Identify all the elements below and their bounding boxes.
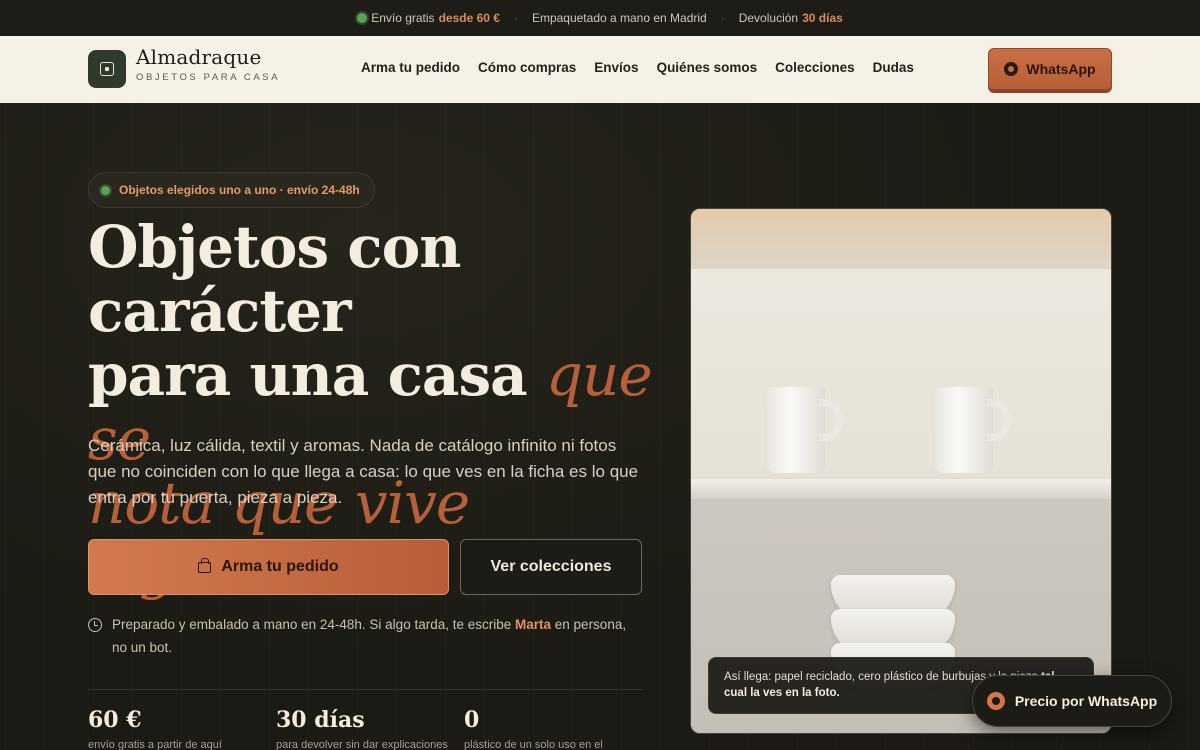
whatsapp-price-button[interactable]: Precio por WhatsApp [972, 675, 1172, 727]
returns-period: 30 días [802, 11, 843, 25]
free-shipping-threshold: desde 60 € [438, 11, 500, 25]
stat-value: 60 € [88, 707, 142, 733]
status-dot-icon [357, 13, 368, 23]
mug-image [935, 387, 1011, 475]
nav-item-quienes-somos[interactable]: Quiénes somos [657, 60, 758, 75]
handpacked-notice: Empaquetado a mano en Madrid [532, 11, 707, 25]
nav-item-colecciones[interactable]: Colecciones [775, 60, 855, 75]
main-nav: Arma tu pedido Cómo compras Envíos Quién… [361, 60, 914, 75]
view-collections-button[interactable]: Ver colecciones [460, 539, 642, 595]
returns-notice: Devolución 30 días [739, 11, 843, 25]
nav-item-envios[interactable]: Envíos [594, 60, 638, 75]
stat-value: 30 días [276, 707, 365, 733]
nav-item-arma-tu-pedido[interactable]: Arma tu pedido [361, 60, 460, 75]
fulfillment-note: Preparado y embalado a mano en 24-48h. S… [88, 613, 638, 659]
stat-free-shipping: 60 € envío gratis a partir de aquí [88, 707, 276, 750]
divider [88, 689, 642, 690]
contact-name: Marta [515, 617, 552, 632]
free-shipping-notice: Envío gratis desde 60 € [357, 11, 500, 25]
hero-section: Objetos elegidos uno a uno · envío 24-48… [0, 103, 1200, 750]
brand-name: Almadraque [136, 45, 262, 69]
whatsapp-icon [1004, 62, 1019, 76]
shopping-bag-icon [198, 557, 212, 573]
stat-returns: 30 días para devolver sin dar explicacio… [276, 707, 464, 750]
view-collections-label: Ver colecciones [490, 558, 612, 575]
product-photo [690, 208, 1112, 734]
whatsapp-button[interactable]: WhatsApp [988, 48, 1112, 90]
brand[interactable]: Almadraque OBJETOS PARA CASA [136, 45, 280, 83]
free-shipping-text: Envío gratis [371, 11, 435, 25]
brand-tagline: OBJETOS PARA CASA [136, 72, 281, 83]
whatsapp-icon [986, 692, 1005, 710]
stat-label: envío gratis a partir de aquí [88, 739, 222, 750]
selection-badge-text: Objetos elegidos uno a uno · envío 24-48… [119, 183, 360, 197]
shelf [691, 479, 1111, 499]
nav-item-dudas[interactable]: Dudas [873, 60, 914, 75]
stat-label: plástico de un solo uso en el [464, 739, 603, 750]
nav-item-como-compras[interactable]: Cómo compras [478, 60, 576, 75]
logo-icon[interactable] [88, 50, 126, 88]
selection-badge: Objetos elegidos uno a uno · envío 24-48… [88, 172, 375, 208]
separator: · [513, 11, 518, 25]
build-order-label: Arma tu pedido [221, 558, 339, 575]
announcement-bar: Envío gratis desde 60 € · Empaquetado a … [0, 0, 1200, 36]
fulfillment-note-text: Preparado y embalado a mano en 24-48h. S… [112, 617, 627, 655]
returns-text: Devolución [738, 11, 799, 25]
stat-label: para devolver sin dar explicaciones [276, 739, 448, 750]
stat-plastic: 0 plástico de un solo uso en el [464, 707, 652, 750]
whatsapp-price-label: Precio por WhatsApp [1014, 693, 1158, 709]
handpacked-text: Empaquetado a mano en Madrid [531, 11, 707, 25]
clock-icon [88, 618, 102, 632]
headline-line-1: Objetos con carácter [88, 213, 461, 345]
status-dot-icon [101, 185, 110, 195]
stats-row: 60 € envío gratis a partir de aquí 30 dí… [88, 707, 652, 750]
stat-value: 0 [464, 707, 480, 733]
mug-image [767, 387, 843, 475]
build-order-button[interactable]: Arma tu pedido [88, 539, 449, 595]
hero-lead: Cerámica, luz cálida, textil y aromas. N… [88, 436, 639, 507]
separator: · [720, 11, 725, 25]
site-header: Almadraque OBJETOS PARA CASA Arma tu ped… [0, 36, 1200, 103]
headline-line-2: para una casa [88, 341, 546, 409]
whatsapp-label: WhatsApp [1026, 61, 1096, 77]
